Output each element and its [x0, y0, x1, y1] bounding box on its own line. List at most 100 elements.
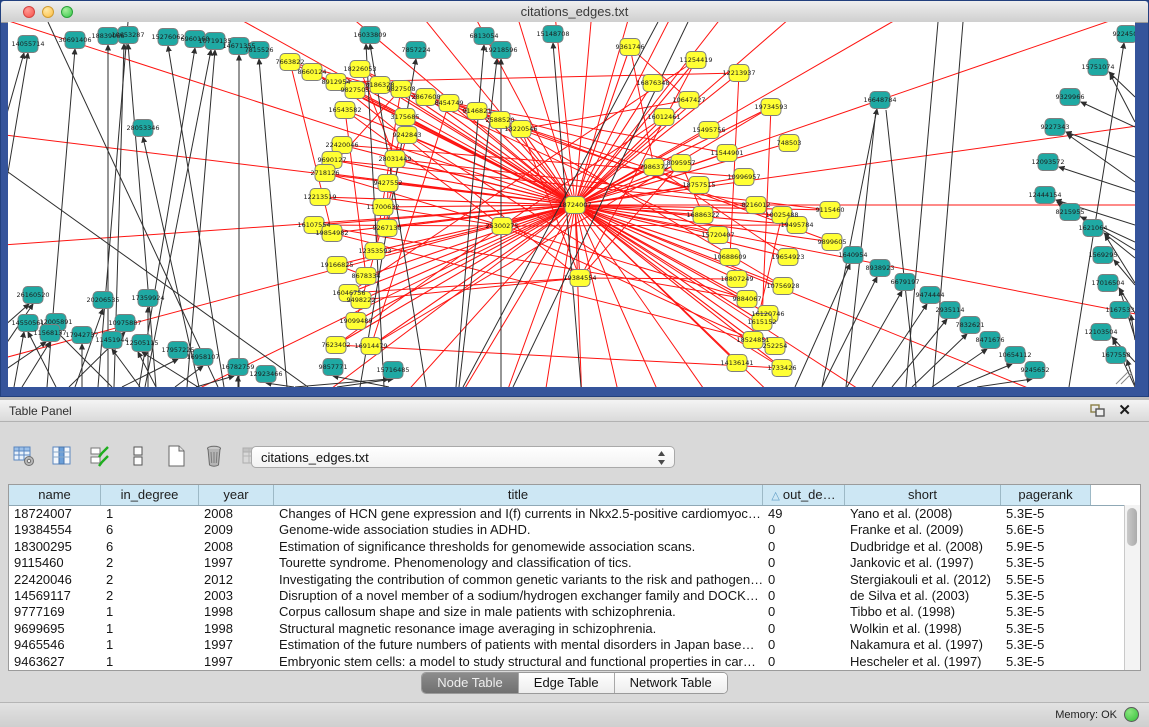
table-options-icon [12, 444, 36, 468]
black-edge [822, 277, 877, 387]
table-cell: Dudbridge et al. (2008) [845, 539, 1001, 555]
network-window-titlebar[interactable]: citations_edges.txt [1, 1, 1148, 23]
node-label: 19384554 [563, 274, 596, 282]
node-label: 17016504 [1091, 279, 1124, 287]
scrollbar-thumb[interactable] [1127, 508, 1137, 546]
tab-network-table[interactable]: Network Table [615, 673, 727, 693]
show-columns-button[interactable] [48, 442, 76, 470]
node-label: 9227343 [1041, 123, 1070, 131]
node-label: 10654112 [998, 351, 1031, 359]
table-row[interactable]: 946554611997Estimation of the future num… [9, 637, 1140, 653]
column-header-name[interactable]: name [9, 485, 101, 505]
node-label: 16120746 [751, 310, 784, 318]
table-cell: Nakamura et al. (1997) [845, 637, 1001, 653]
node-label: 10688609 [713, 253, 746, 261]
node-label: 3175685 [391, 113, 420, 121]
column-header-pagerank[interactable]: pagerank [1001, 485, 1091, 505]
table-cell: 6 [101, 539, 199, 555]
black-edge [14, 332, 24, 387]
node-label: 9474444 [916, 291, 945, 299]
select-rows-button[interactable] [86, 442, 114, 470]
table-row[interactable]: 1938455462009Genome-wide association stu… [9, 522, 1140, 538]
node-label: 28053346 [126, 124, 159, 132]
table-cell: 22420046 [9, 572, 101, 588]
table-cell: 1998 [199, 621, 274, 637]
table-row[interactable]: 911546021997Tourette syndrome. Phenomeno… [9, 555, 1140, 571]
table-row[interactable]: 969969511998Structural magnetic resonanc… [9, 621, 1140, 637]
node-label: 11568137 [33, 329, 66, 337]
table-options-button[interactable] [10, 442, 38, 470]
table-cell: 1 [101, 621, 199, 637]
table-cell: 6 [101, 522, 199, 538]
node-label: 8215955 [1056, 208, 1085, 216]
table-cell: 0 [763, 522, 845, 538]
node-label: 12093572 [1031, 158, 1064, 166]
table-cell: Structural magnetic resonance image aver… [274, 621, 763, 637]
node-label: 19495784 [780, 221, 813, 229]
black-edge [795, 264, 850, 387]
status-bar: Memory: OK [0, 702, 1149, 727]
table-row[interactable]: 1456911722003Disruption of a novel membe… [9, 588, 1140, 604]
table-row[interactable]: 977716911998Corpus callosum shape and si… [9, 604, 1140, 620]
table-cell: 1 [101, 654, 199, 670]
column-header-title[interactable]: title [274, 485, 763, 505]
column-header-short[interactable]: short [845, 485, 1001, 505]
node-label: 20206535 [86, 296, 119, 304]
table-cell: 2003 [199, 588, 274, 604]
table-panel: Table Panel ✕ f(x) citations_edges.txt n… [0, 400, 1149, 702]
column-header-out_de[interactable]: △ out_de… [763, 485, 845, 505]
node-label: 11544901 [710, 149, 743, 157]
row-height-button[interactable] [124, 442, 152, 470]
new-table-button[interactable] [162, 442, 190, 470]
table-cell: 1 [101, 637, 199, 653]
table-cell: 5.3E-5 [1001, 604, 1091, 620]
node-label: 22420046 [325, 141, 358, 149]
tab-edge-table[interactable]: Edge Table [519, 673, 615, 693]
node-label: 15148708 [536, 30, 569, 38]
dropdown-arrows-icon [657, 450, 666, 466]
table-cell: Tourette syndrome. Phenomenology and cla… [274, 555, 763, 571]
node-label: 2935114 [936, 306, 965, 314]
table-row[interactable]: 2242004622012Investigating the contribut… [9, 572, 1140, 588]
table-vertical-scrollbar[interactable] [1124, 505, 1140, 670]
table-cell: 5.3E-5 [1001, 621, 1091, 637]
table-cell: 9777169 [9, 604, 101, 620]
node-label: 15495756 [692, 126, 725, 134]
memory-status-icon[interactable] [1124, 707, 1139, 722]
node-label: 30691406 [58, 36, 91, 44]
close-panel-icon[interactable]: ✕ [1118, 402, 1131, 420]
network-canvas[interactable]: 1405571430691406188390661065328715276062… [8, 22, 1135, 387]
red-edge [575, 205, 1135, 377]
table-cell: 18724007 [9, 506, 101, 522]
table-cell: Estimation of the future numbers of pati… [274, 637, 763, 653]
red-edge [575, 205, 1135, 387]
node-label: 12444154 [1028, 191, 1061, 199]
node-label: 8471676 [976, 336, 1005, 344]
canvas-resize-grip[interactable] [1116, 370, 1132, 384]
table-row[interactable]: 946362711997Embryonic stem cells: a mode… [9, 654, 1140, 670]
table-cell: Wolkin et al. (1998) [845, 621, 1001, 637]
float-panel-icon[interactable] [1090, 404, 1105, 418]
node-label: 28031449 [378, 155, 411, 163]
node-label: 9690127 [318, 156, 347, 164]
table-cell: 1 [101, 604, 199, 620]
node-label: 26160520 [16, 291, 49, 299]
table-cell: 1997 [199, 654, 274, 670]
node-label: 11451944 [95, 336, 128, 344]
table-cell: 1997 [199, 637, 274, 653]
node-label: 10647427 [672, 96, 705, 104]
table-cell: Estimation of significance thresholds fo… [274, 539, 763, 555]
table-selector-dropdown[interactable]: citations_edges.txt [251, 446, 675, 468]
table-row[interactable]: 1830029562008Estimation of significance … [9, 539, 1140, 555]
node-label: 10996957 [727, 173, 760, 181]
delete-table-button[interactable] [200, 442, 228, 470]
column-header-in_degree[interactable]: in_degree [101, 485, 199, 505]
new-table-icon [164, 444, 188, 468]
tab-node-table[interactable]: Node Table [422, 673, 519, 693]
node-label: 748503 [777, 139, 802, 147]
table-cell: 9463627 [9, 654, 101, 670]
table-cell: 0 [763, 637, 845, 653]
table-row[interactable]: 1872400712008Changes of HCN gene express… [9, 506, 1140, 522]
table-cell: Embryonic stem cells: a model to study s… [274, 654, 763, 670]
column-header-year[interactable]: year [199, 485, 274, 505]
